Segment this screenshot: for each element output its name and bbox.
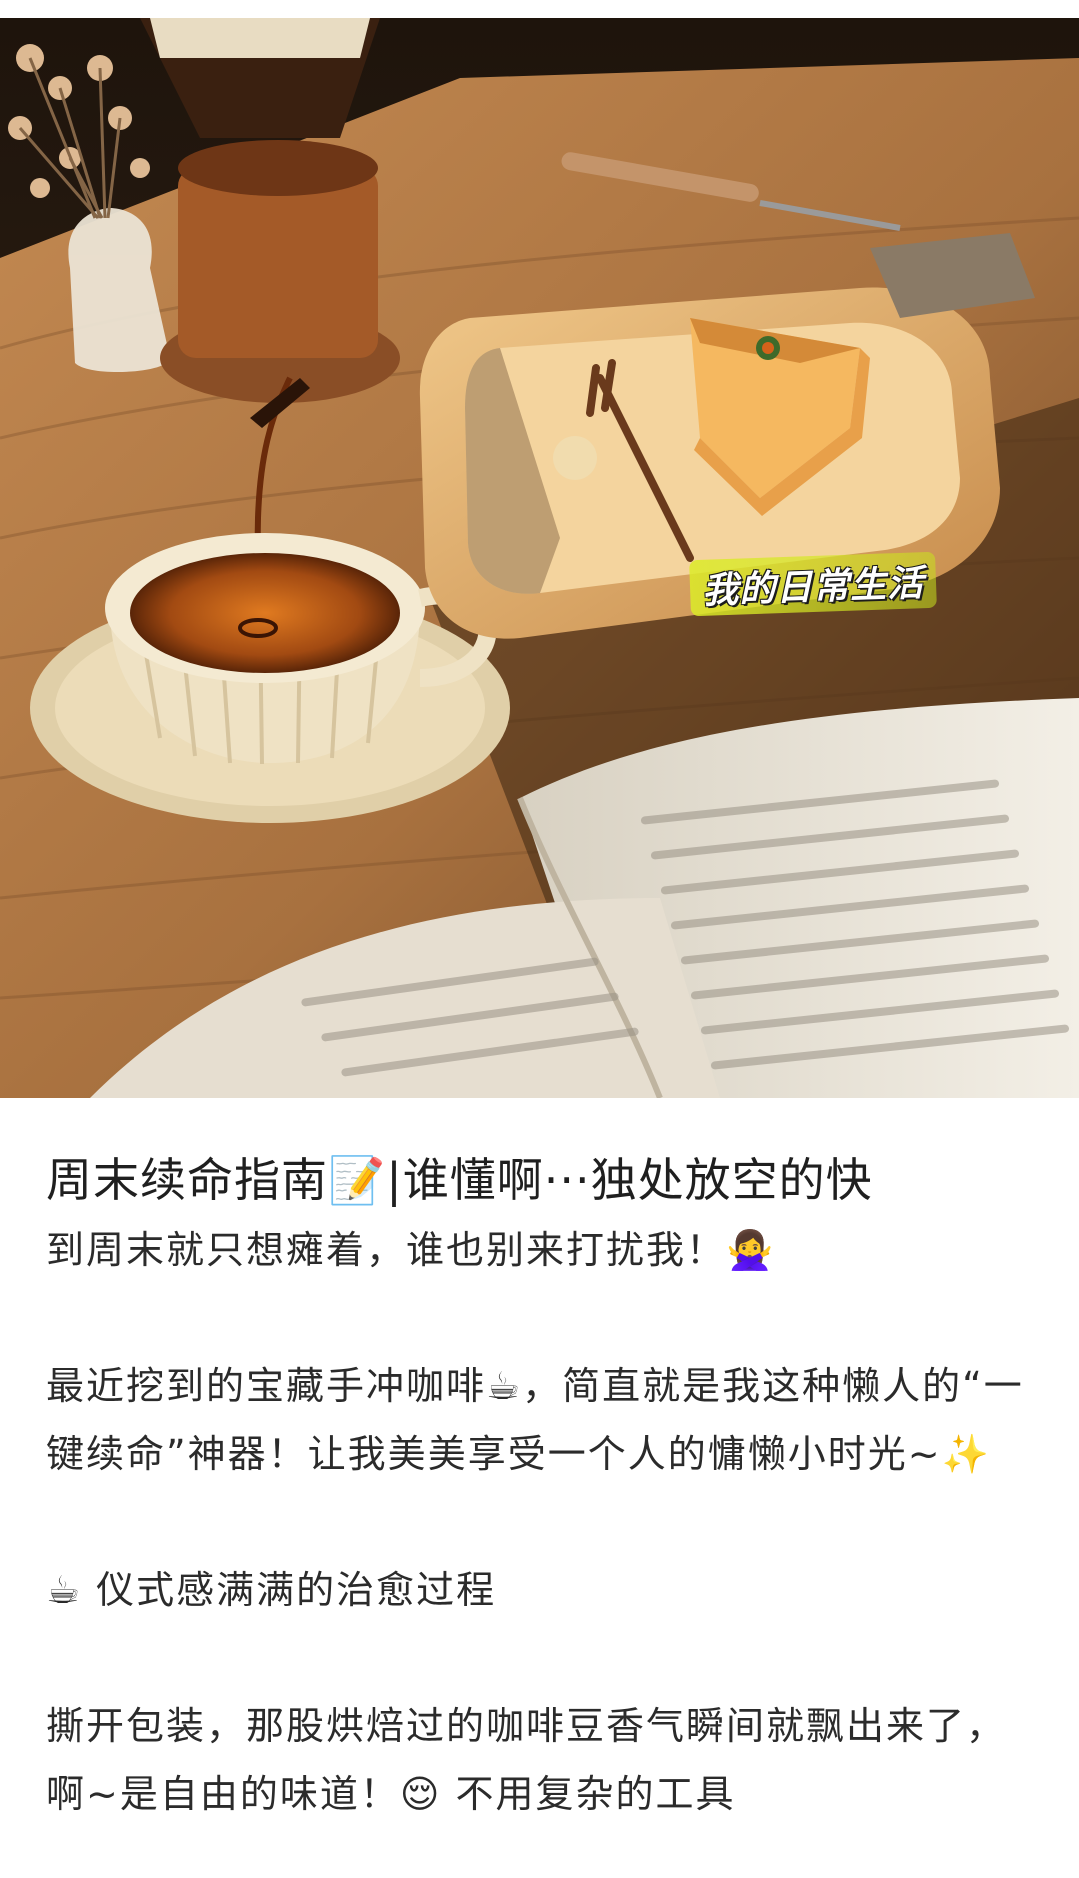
note-section-heading: ☕ 仪式感满满的治愈过程 — [46, 1568, 497, 1612]
note-body: 到周末就只想瘫着，谁也别来打扰我！🙅‍♀️ 最近挖到的宝藏手冲咖啡☕，简直就是我… — [46, 1216, 1036, 1828]
hero-caption-sticker: 我的日常生活 — [689, 551, 937, 617]
note-paragraph: 最近挖到的宝藏手冲咖啡☕，简直就是我这种懒人的“一键续命”神器！让我美美享受一个… — [46, 1364, 1024, 1476]
status-bar-strip — [0, 0, 1079, 18]
note-paragraph: 撕开包装，那股烘焙过的咖啡豆香气瞬间就飘出来了，啊~是自由的味道！😌 不用复杂的… — [46, 1704, 1007, 1816]
note-title: 周末续命指南📝|谁懂啊···独处放空的快 — [46, 1153, 873, 1207]
hero-image[interactable]: 我的日常生活 — [0, 18, 1079, 1098]
note-content: 周末续命指南📝|谁懂啊···独处放空的快 到周末就只想瘫着，谁也别来打扰我！🙅‍… — [46, 1098, 1036, 1828]
note-paragraph: 到周末就只想瘫着，谁也别来打扰我！🙅‍♀️ — [46, 1228, 776, 1272]
